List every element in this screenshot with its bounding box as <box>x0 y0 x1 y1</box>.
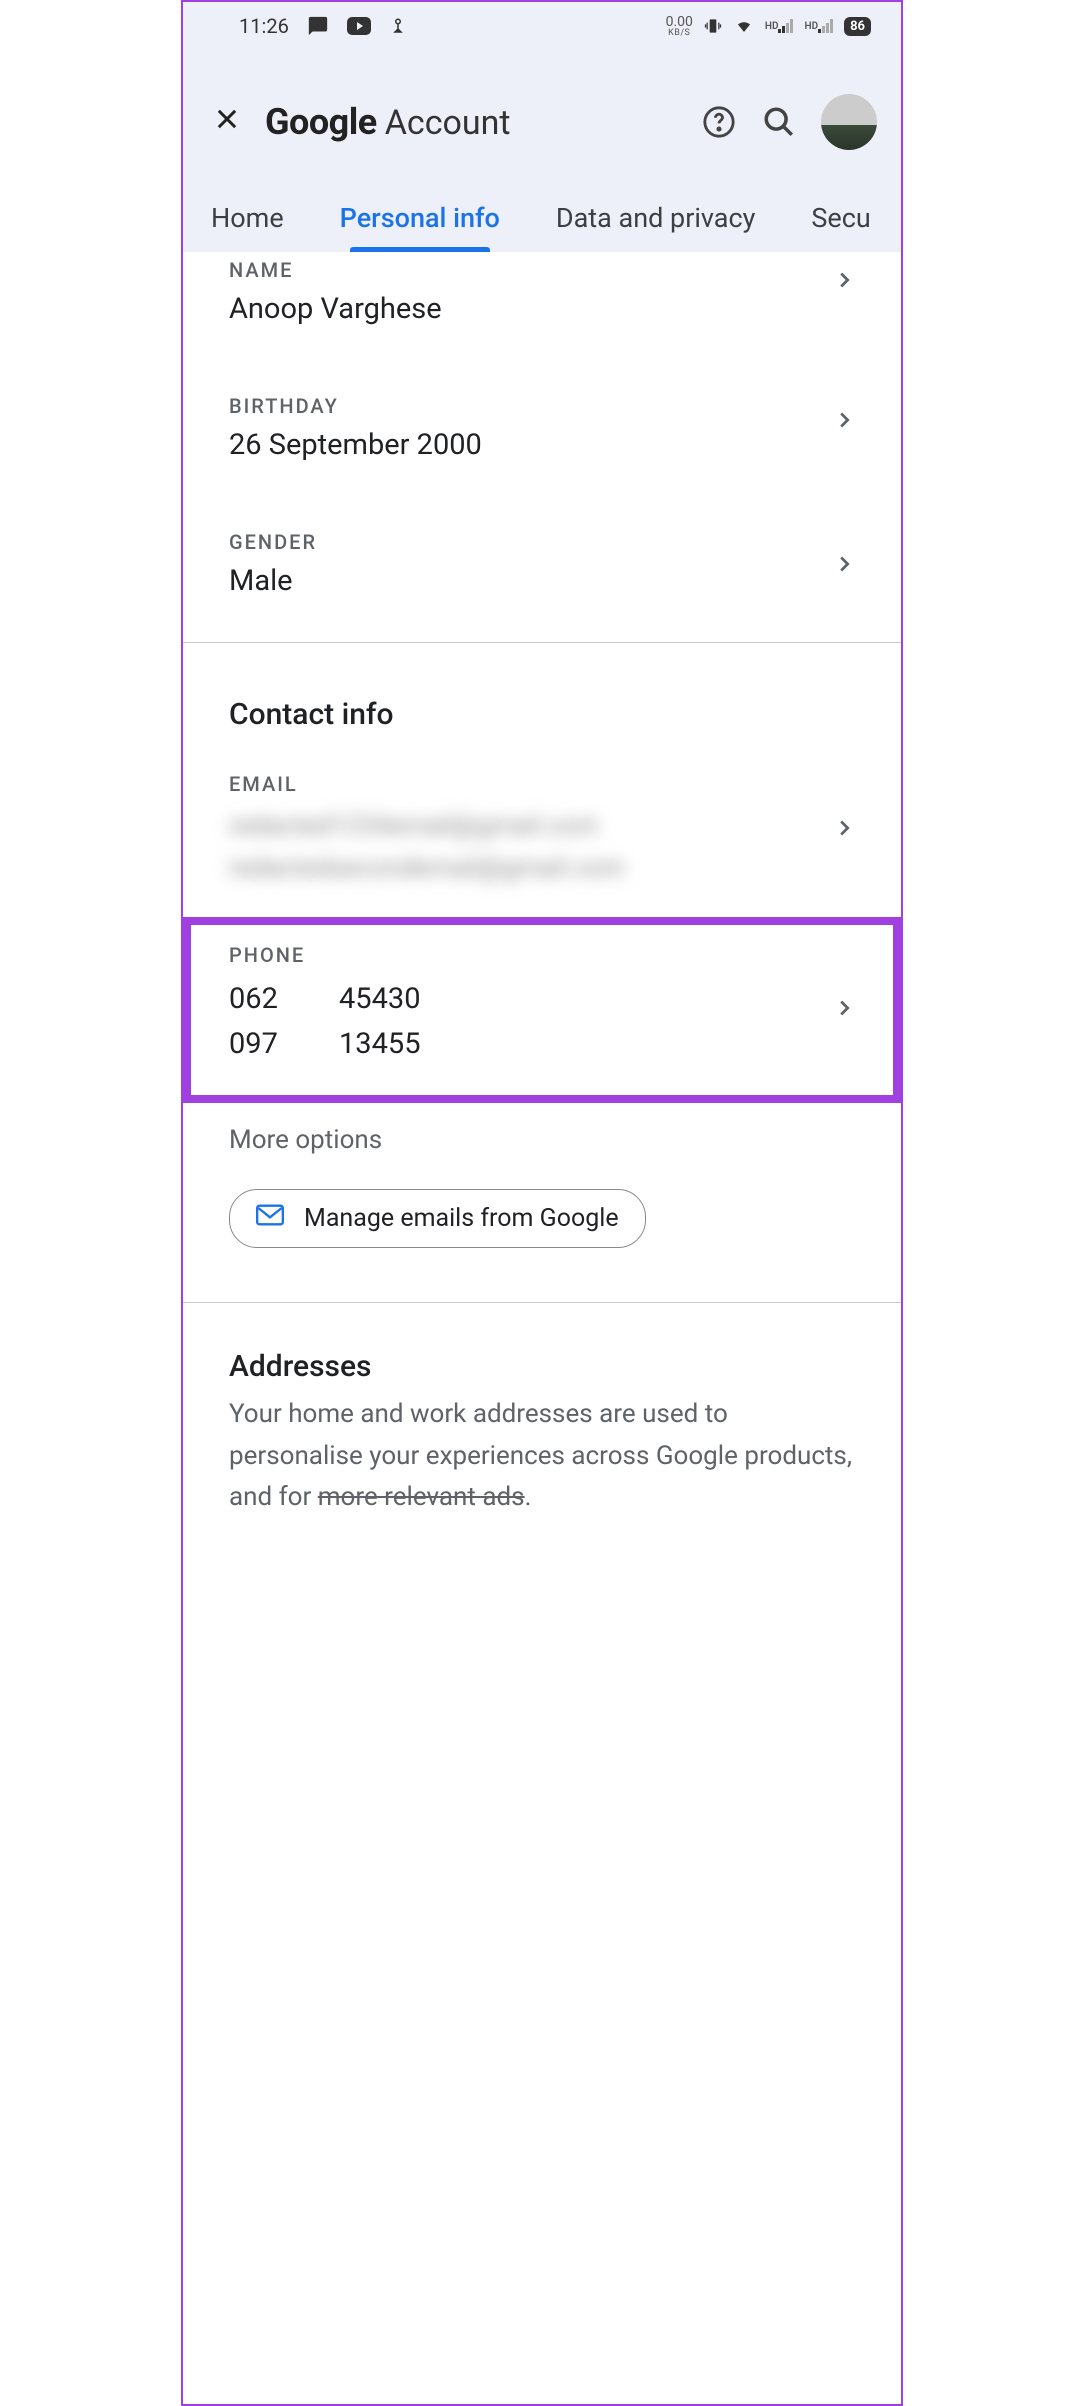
email-row[interactable]: EMAIL redacted1234email@gmail.com redact… <box>183 742 901 917</box>
location-icon <box>389 16 407 36</box>
tab-data-privacy[interactable]: Data and privacy <box>528 192 784 252</box>
tab-security[interactable]: Secu <box>783 192 898 252</box>
tabs: Home Personal info Data and privacy Secu <box>183 174 901 252</box>
tab-personal-info[interactable]: Personal info <box>312 192 528 252</box>
chevron-right-icon <box>833 817 855 843</box>
status-bar: 11:26 0.00 KB/S HD HD 86 <box>183 2 901 50</box>
app-title: Google Account <box>265 101 677 143</box>
phone-label: PHONE <box>229 943 855 967</box>
addresses-description: Your home and work addresses are used to… <box>183 1394 901 1539</box>
status-time: 11:26 <box>239 14 289 38</box>
chevron-right-icon <box>833 553 855 579</box>
chevron-right-icon <box>833 409 855 435</box>
signal-2-icon: HD <box>804 19 834 33</box>
gender-row[interactable]: GENDER Male <box>183 490 901 642</box>
avatar[interactable] <box>821 94 877 150</box>
phone-values: 06245430 09713455 <box>229 977 855 1067</box>
email-label: EMAIL <box>229 772 855 796</box>
search-icon[interactable] <box>761 104 797 140</box>
tab-home[interactable]: Home <box>183 192 312 252</box>
birthday-row[interactable]: BIRTHDAY 26 September 2000 <box>183 354 901 490</box>
app-bar: Google Account <box>183 50 901 174</box>
email-values: redacted1234email@gmail.com redactedseco… <box>229 806 855 889</box>
manage-emails-button[interactable]: Manage emails from Google <box>229 1189 646 1248</box>
chevron-right-icon <box>833 997 855 1023</box>
account-label: Account <box>385 103 511 143</box>
chevron-right-icon <box>833 269 855 295</box>
chat-icon <box>307 15 329 37</box>
more-options-link[interactable]: More options <box>183 1103 901 1189</box>
name-value: Anoop Varghese <box>229 292 855 326</box>
youtube-icon <box>347 17 371 35</box>
addresses-title: Addresses <box>183 1303 901 1394</box>
name-row[interactable]: NAME Anoop Varghese <box>183 252 901 354</box>
data-rate-indicator: 0.00 KB/S <box>666 15 693 38</box>
gender-label: GENDER <box>229 530 855 554</box>
close-icon[interactable] <box>213 102 241 142</box>
battery-indicator: 86 <box>844 17 871 36</box>
google-logo: Google <box>265 101 377 143</box>
manage-emails-label: Manage emails from Google <box>304 1204 619 1233</box>
mail-icon <box>256 1204 284 1233</box>
phone-row[interactable]: PHONE 06245430 09713455 <box>183 917 901 1103</box>
name-label: NAME <box>229 258 855 282</box>
wifi-icon <box>733 17 755 35</box>
contact-info-title: Contact info <box>183 643 901 742</box>
vibrate-icon <box>703 16 723 36</box>
signal-1-icon: HD <box>765 19 795 33</box>
birthday-label: BIRTHDAY <box>229 394 855 418</box>
help-icon[interactable] <box>701 104 737 140</box>
birthday-value: 26 September 2000 <box>229 428 855 462</box>
gender-value: Male <box>229 564 855 598</box>
